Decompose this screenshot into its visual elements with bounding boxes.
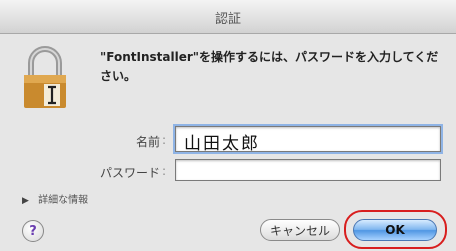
details-label: 詳細な情報 xyxy=(38,195,89,206)
password-colon: : xyxy=(162,164,167,178)
disclosure-triangle-icon[interactable]: ▶ xyxy=(22,196,29,206)
title-bar: 認証 xyxy=(0,0,456,34)
auth-message: "FontInstaller"を操作するには、パスワードを入力してください。 xyxy=(100,50,439,83)
cancel-button[interactable]: キャンセル xyxy=(260,219,340,241)
window-title: 認証 xyxy=(214,12,241,27)
lock-icon xyxy=(24,46,66,108)
auth-dialog: 認証 "FontInstaller"を操作するには、パスワードを入力してください… xyxy=(0,0,456,251)
password-field[interactable] xyxy=(175,159,441,181)
help-button[interactable]: ? xyxy=(22,220,44,242)
name-label: 名前 xyxy=(135,135,160,149)
name-colon: : xyxy=(162,133,167,147)
details-disclosure[interactable]: ▶ 詳細な情報 xyxy=(22,191,88,206)
ok-highlight-outline xyxy=(344,210,447,249)
name-field[interactable]: 山田太郎 xyxy=(173,124,443,154)
password-label: パスワード xyxy=(99,166,160,180)
